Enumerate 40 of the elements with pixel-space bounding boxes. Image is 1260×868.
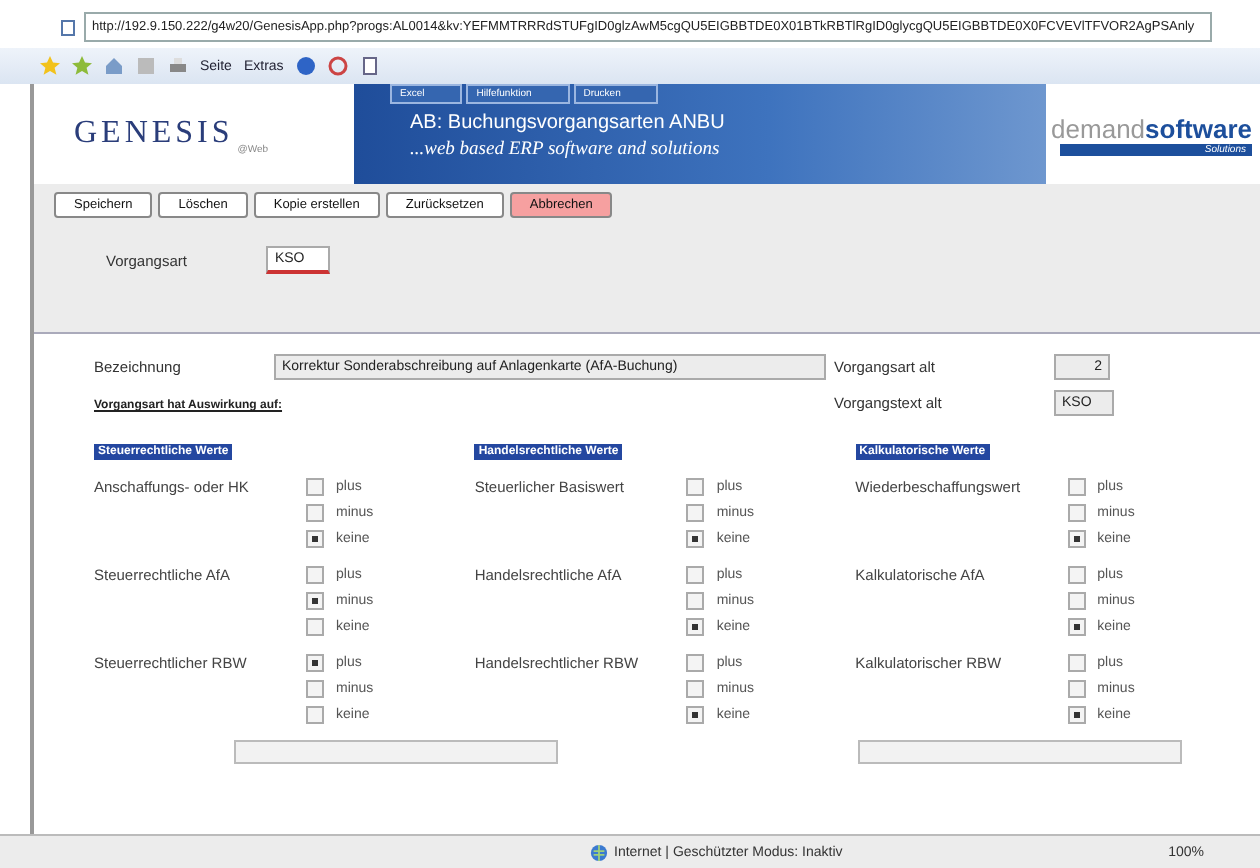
- radio-button[interactable]: [1067, 566, 1086, 584]
- genesis-logo: GENESIS: [74, 116, 234, 152]
- radio-button[interactable]: [306, 530, 324, 548]
- radio-button[interactable]: [1067, 680, 1086, 698]
- slogan: ...web based ERP software and solutions: [410, 140, 722, 160]
- radio-button[interactable]: [686, 530, 705, 548]
- radio-button[interactable]: [686, 478, 705, 496]
- radio-button[interactable]: [306, 566, 324, 584]
- radio-button[interactable]: [1067, 654, 1086, 672]
- radio-button[interactable]: [686, 654, 705, 672]
- radio-button[interactable]: [1067, 618, 1086, 636]
- radio-button[interactable]: [306, 706, 324, 724]
- home-icon[interactable]: [104, 56, 124, 76]
- radio-button[interactable]: [686, 592, 705, 610]
- radio-button[interactable]: [686, 504, 705, 522]
- radio-button[interactable]: [686, 618, 705, 636]
- radio-button[interactable]: [306, 504, 324, 522]
- page-title: AB: Buchungsvorgangsarten ANBU: [410, 112, 727, 134]
- globe-icon: [590, 843, 608, 861]
- radio-button[interactable]: [306, 478, 324, 496]
- radio-button[interactable]: [1067, 478, 1086, 496]
- page-icon: [60, 19, 76, 35]
- radio-button[interactable]: [306, 618, 324, 636]
- printer-icon[interactable]: [168, 56, 188, 76]
- radio-button[interactable]: [1067, 592, 1086, 610]
- radio-button[interactable]: [306, 654, 324, 672]
- star-plus-icon[interactable]: [72, 56, 92, 76]
- radio-button[interactable]: [686, 566, 705, 584]
- radio-button[interactable]: [306, 680, 324, 698]
- brand-logo: demandsoftware: [1051, 113, 1252, 143]
- dropdown-field[interactable]: [234, 740, 558, 764]
- radio-button[interactable]: [1067, 706, 1086, 724]
- star-icon[interactable]: [40, 56, 60, 76]
- document-icon[interactable]: [359, 56, 380, 76]
- radio-button[interactable]: [1067, 504, 1086, 522]
- radio-button[interactable]: [1067, 530, 1086, 548]
- radio-button[interactable]: [306, 592, 324, 610]
- dropdown-field[interactable]: [858, 740, 1182, 764]
- radio-button[interactable]: [686, 680, 705, 698]
- radio-button[interactable]: [686, 706, 705, 724]
